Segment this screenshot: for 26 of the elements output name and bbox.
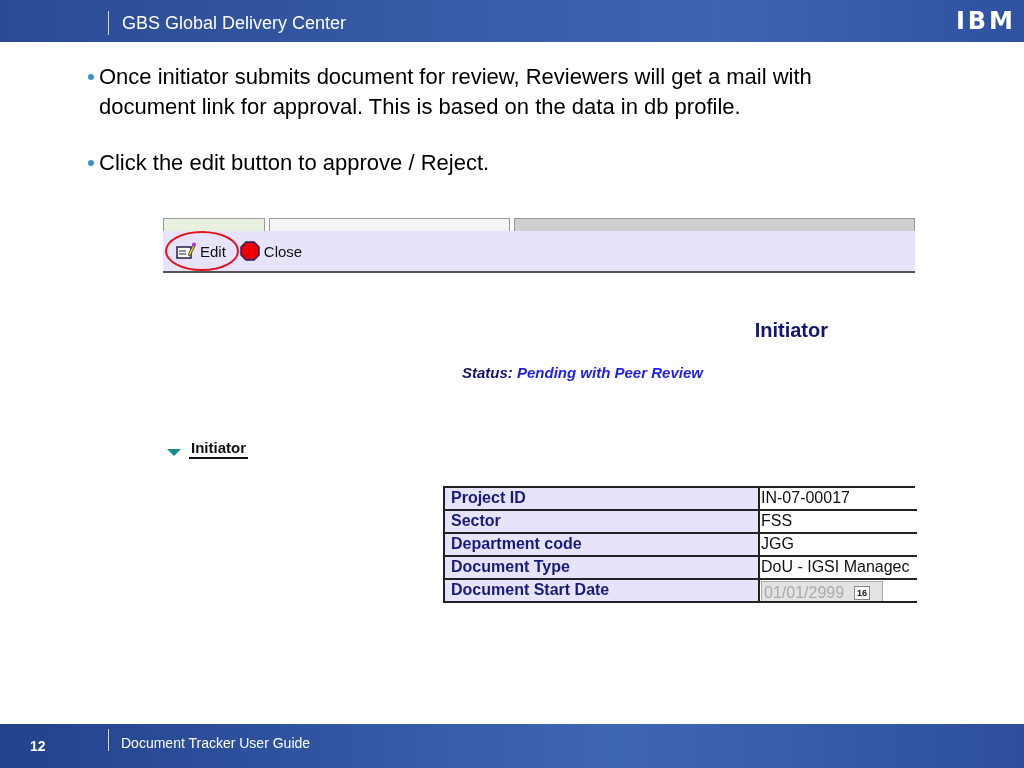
pencil-document-icon	[176, 242, 196, 260]
close-button[interactable]: Close	[236, 239, 306, 263]
twisty-icon[interactable]	[167, 448, 181, 456]
field-label: Sector	[445, 511, 760, 534]
form-title: Initiator	[754, 319, 828, 342]
date-field[interactable]: 01/01/2999 16	[761, 581, 883, 601]
calendar-icon[interactable]: 16	[854, 585, 871, 600]
section-title[interactable]: Initiator	[189, 439, 248, 459]
edit-button[interactable]: Edit	[173, 240, 229, 262]
footer-title: Document Tracker User Guide	[108, 729, 311, 751]
field-value: JGG	[760, 534, 917, 557]
header-title: GBS Global Delivery Center	[108, 11, 347, 35]
bullet-icon	[88, 74, 94, 80]
status-label: Status:	[462, 364, 513, 381]
field-label: Project ID	[445, 488, 760, 511]
field-label: Document Start Date	[445, 580, 760, 603]
bullet-text: Click the edit button to approve / Reject.	[99, 149, 490, 177]
page-number: 12	[29, 738, 47, 754]
field-value: FSS	[760, 511, 917, 534]
stop-sign-icon	[239, 241, 260, 261]
status-value: Pending with Peer Review	[517, 364, 703, 381]
bullet-icon	[88, 160, 94, 166]
bullet-text: Once initiator submits document for review, Reviewers will get a mail with document link for approval. This is based on the data in db profile.	[99, 63, 813, 121]
field-value: IN-07-00017	[760, 488, 917, 511]
field-label: Department code	[445, 534, 760, 557]
field-label: Document Type	[445, 557, 760, 580]
